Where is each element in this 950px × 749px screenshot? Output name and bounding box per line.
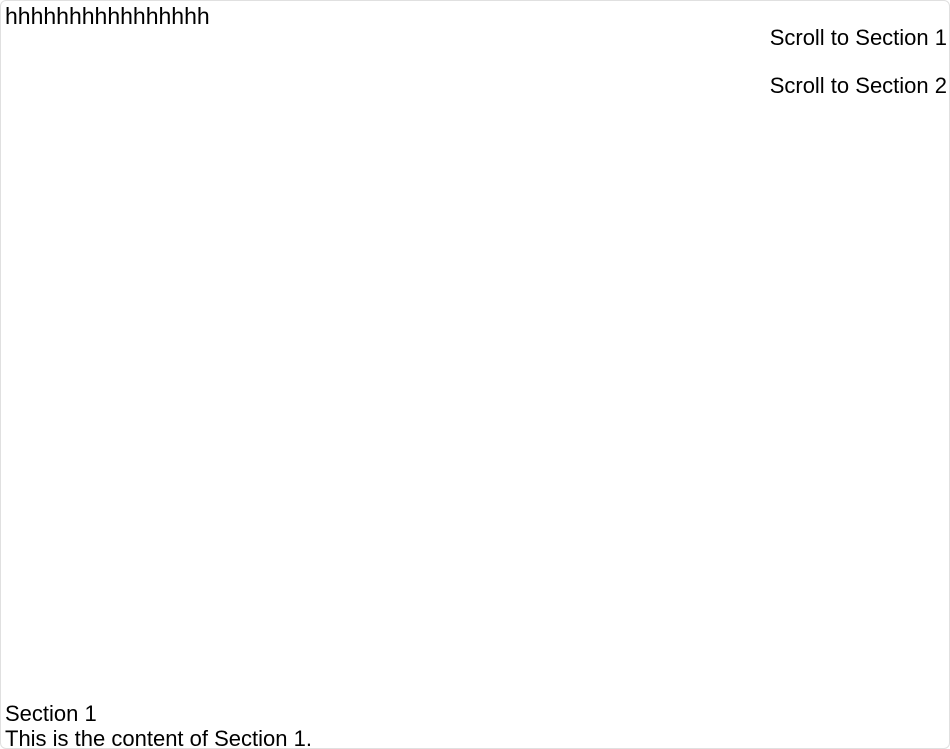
nav-links: Scroll to Section 1 Scroll to Section 2: [770, 25, 947, 121]
scroll-to-section-1-link[interactable]: Scroll to Section 1: [770, 25, 947, 51]
content-area: hhhhhhhhhhhhhhhh Scroll to Section 1 Scr…: [1, 1, 949, 748]
page-frame: hhhhhhhhhhhhhhhh Scroll to Section 1 Scr…: [0, 0, 950, 749]
section-1: Section 1 This is the content of Section…: [5, 701, 312, 748]
section-1-content: This is the content of Section 1.: [5, 726, 312, 748]
section-1-title: Section 1: [5, 701, 312, 726]
scroll-to-section-2-link[interactable]: Scroll to Section 2: [770, 73, 947, 99]
scroll-container[interactable]: hhhhhhhhhhhhhhhh Scroll to Section 1 Scr…: [1, 1, 949, 748]
